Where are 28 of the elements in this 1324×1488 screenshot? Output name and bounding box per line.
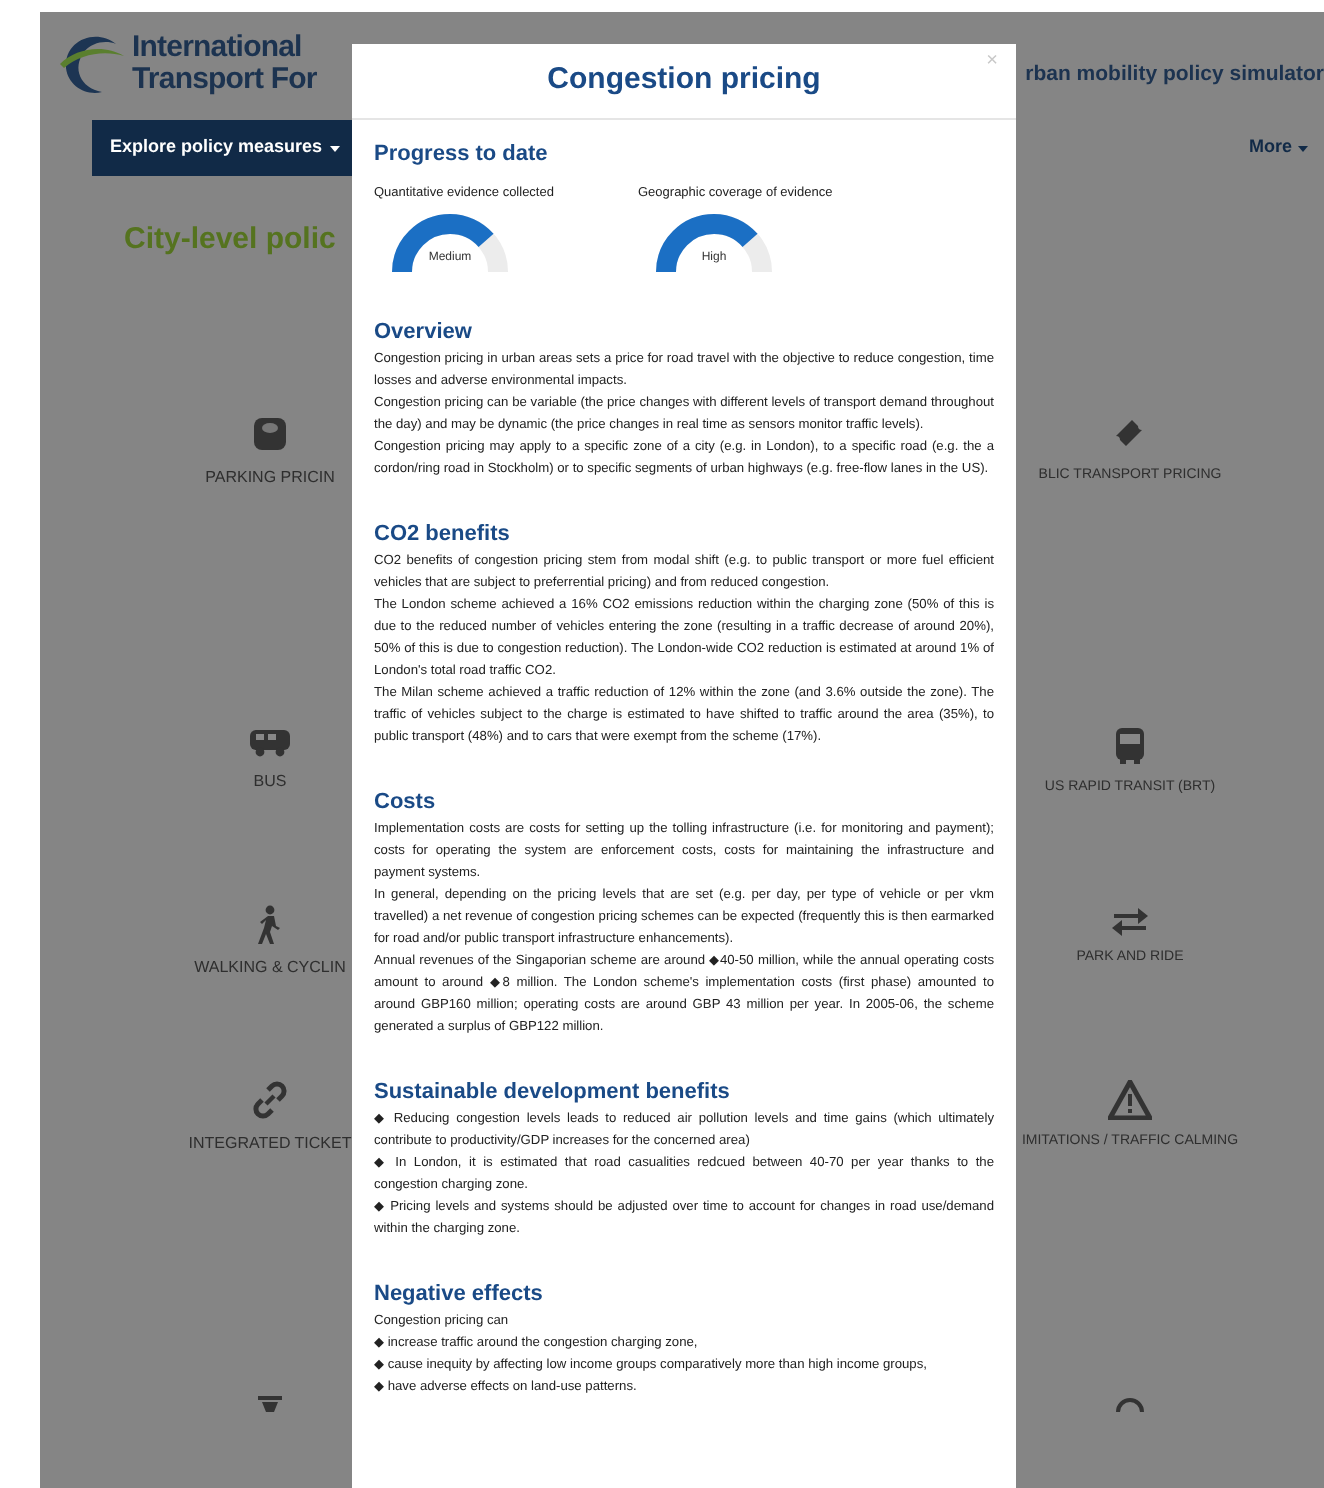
dialog-title: Congestion pricing (547, 60, 821, 101)
measure-tile[interactable]: WALKING & CYCLIN (194, 903, 346, 979)
site-title: rban mobility policy simulator (1025, 60, 1324, 90)
bus-icon (248, 726, 292, 758)
logo-text: International (132, 32, 302, 64)
section-heading: CO2 benefits (374, 519, 512, 548)
section-heading: City-level polic (124, 220, 336, 258)
cup-icon (256, 1395, 284, 1411)
measure-tile[interactable]: PARKING PRICIN (205, 414, 335, 490)
logo-text: Transport For (132, 64, 317, 96)
link-icon (250, 1079, 290, 1119)
caret-icon (1298, 145, 1308, 151)
gauge-arc (654, 211, 774, 272)
gauge-arc (390, 211, 510, 272)
parking-meter-icon (250, 414, 290, 454)
section-heading: Overview (374, 317, 474, 346)
caret-icon (330, 145, 341, 151)
section-heading: Negative effects (374, 1279, 545, 1308)
bus-front-icon (1114, 726, 1146, 766)
section-heading: Sustainable development benefits (374, 1077, 732, 1106)
measure-tile[interactable]: BUS (248, 726, 292, 794)
more-menu-button[interactable]: More (1248, 134, 1308, 162)
section-heading: Costs (374, 787, 438, 816)
warning-icon (1108, 1079, 1152, 1119)
pedestrian-icon (256, 903, 284, 943)
swap-arrows-icon (1110, 903, 1150, 935)
section-heading: Progress to date (374, 140, 550, 168)
measure-tile[interactable]: INTEGRATED TICKET (188, 1079, 352, 1155)
